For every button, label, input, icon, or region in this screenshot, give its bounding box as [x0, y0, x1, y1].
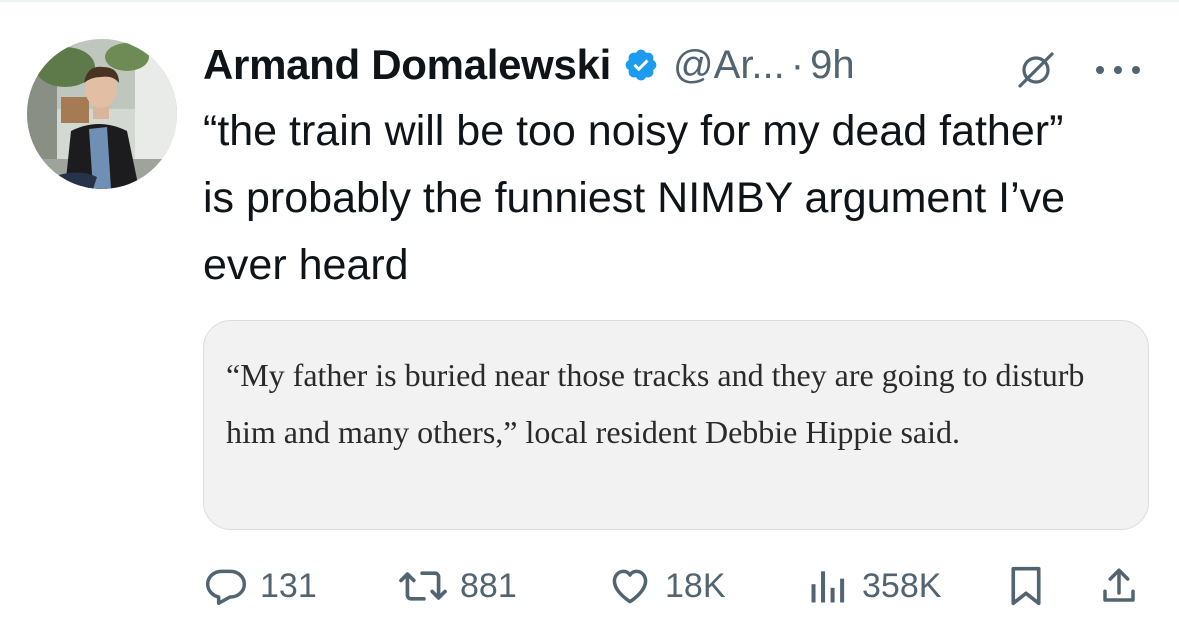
views-count: 358K: [862, 566, 942, 605]
views-button[interactable]: 358K: [806, 556, 941, 616]
tweet-timestamp[interactable]: 9h: [810, 43, 855, 88]
avatar[interactable]: [27, 39, 177, 189]
verified-badge-icon[interactable]: [623, 47, 659, 83]
reply-icon: [204, 564, 248, 608]
share-button[interactable]: [1098, 556, 1140, 616]
action-bar: 131 881 18K 358K: [0, 556, 1179, 616]
more-options-icon[interactable]: [1091, 60, 1145, 80]
bookmark-icon: [1006, 564, 1046, 608]
views-chart-icon: [806, 564, 850, 608]
top-divider: [0, 0, 1179, 2]
author-display-name[interactable]: Armand Domalewski: [203, 41, 611, 89]
bookmark-button[interactable]: [1006, 556, 1046, 616]
tweet-header: Armand Domalewski @Ar... · 9h: [203, 38, 855, 92]
avatar-photo: [27, 39, 177, 189]
header-separator: ·: [790, 42, 805, 87]
repost-count: 881: [460, 566, 517, 605]
grok-icon[interactable]: [1016, 50, 1056, 90]
heart-icon: [607, 564, 653, 608]
like-count: 18K: [665, 566, 726, 605]
tweet-text: “the train will be too noisy for my dead…: [203, 107, 1066, 289]
share-icon: [1098, 564, 1140, 608]
reply-button[interactable]: 131: [204, 556, 317, 616]
repost-button[interactable]: 881: [398, 556, 517, 616]
like-button[interactable]: 18K: [607, 556, 726, 616]
quoted-article-card[interactable]: “My father is buried near those tracks a…: [203, 320, 1149, 530]
reply-count: 131: [260, 566, 317, 605]
author-handle[interactable]: @Ar...: [673, 43, 785, 88]
quoted-text: “My father is buried near those tracks a…: [226, 357, 1085, 450]
repost-icon: [398, 564, 448, 608]
